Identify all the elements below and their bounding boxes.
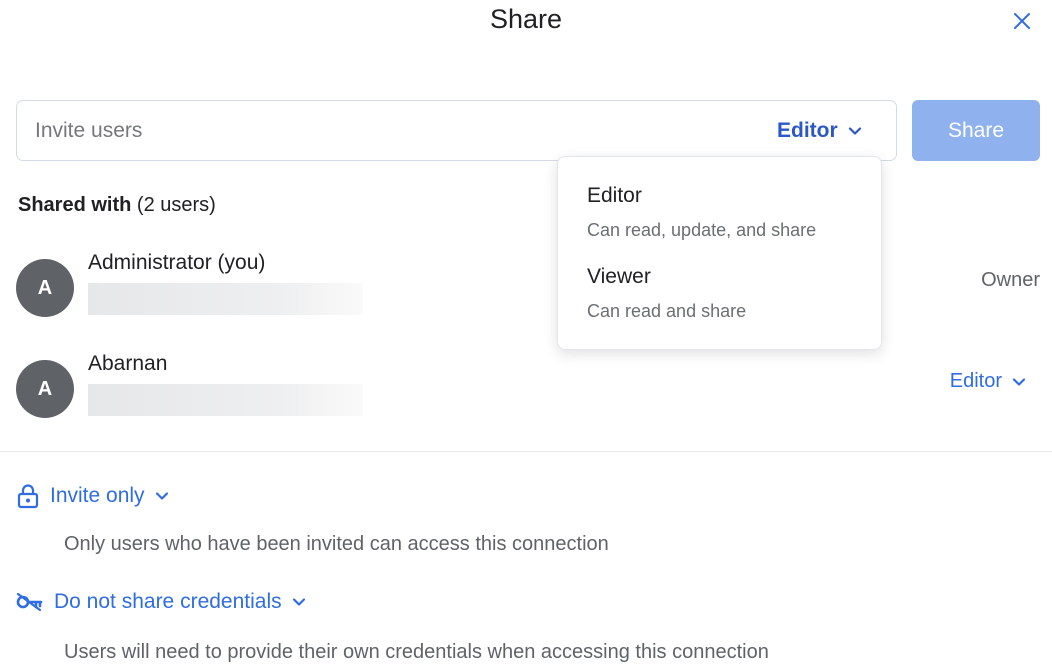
- access-dropdown[interactable]: Invite only: [16, 483, 169, 509]
- chevron-down-icon: [292, 598, 305, 606]
- role-option-description: Can read, update, and share: [587, 220, 817, 240]
- shared-with-label: Shared with: [18, 194, 132, 216]
- close-button[interactable]: [1007, 6, 1037, 36]
- dialog-title: Share: [489, 4, 563, 34]
- share-button[interactable]: Share: [912, 100, 1040, 161]
- invite-role-dropdown[interactable]: Editor: [777, 101, 862, 160]
- shared-with-count: (2 users): [136, 194, 216, 216]
- lock-icon: [17, 484, 39, 509]
- avatar: A: [16, 259, 74, 317]
- chevron-down-icon: [1012, 377, 1026, 386]
- avatar: A: [16, 360, 74, 418]
- user-name: Abarnan: [88, 352, 168, 375]
- divider: [0, 451, 1052, 452]
- role-menu: Editor Can read, update, and share Viewe…: [557, 156, 882, 350]
- user-role-label: Owner: [981, 269, 1040, 291]
- role-option-description: Can read and share: [587, 301, 747, 321]
- close-icon: [1014, 13, 1030, 29]
- credentials-label: Do not share credentials: [54, 590, 282, 613]
- role-option-viewer[interactable]: Viewer Can read and share: [558, 265, 881, 345]
- access-description: Only users who have been invited can acc…: [64, 533, 609, 555]
- credentials-description: Users will need to provide their own cre…: [64, 641, 769, 663]
- user-row: A Abarnan Editor: [16, 352, 1040, 422]
- chevron-down-icon: [848, 126, 861, 135]
- role-option-title: Editor: [587, 184, 642, 207]
- user-role-dropdown[interactable]: Editor: [950, 370, 1026, 393]
- credentials-dropdown[interactable]: Do not share credentials: [16, 590, 306, 614]
- shared-with-heading: Shared with (2 users): [18, 194, 216, 217]
- user-row: A Administrator (you) Owner: [16, 251, 1040, 321]
- access-label: Invite only: [50, 484, 145, 507]
- user-name: Administrator (you): [88, 251, 266, 274]
- user-email-redacted: [88, 283, 363, 315]
- role-option-editor[interactable]: Editor Can read, update, and share: [558, 184, 881, 264]
- share-dialog: Share Editor Share Shared with (2 users)…: [0, 0, 1052, 665]
- chevron-down-icon: [155, 492, 168, 500]
- role-option-title: Viewer: [587, 265, 651, 288]
- key-off-icon: [16, 592, 43, 612]
- invite-field-container: Editor: [16, 100, 897, 161]
- invite-role-label: Editor: [777, 118, 838, 142]
- invite-users-input[interactable]: [35, 101, 735, 160]
- user-role-label: Editor: [949, 370, 1002, 392]
- user-email-redacted: [88, 384, 363, 416]
